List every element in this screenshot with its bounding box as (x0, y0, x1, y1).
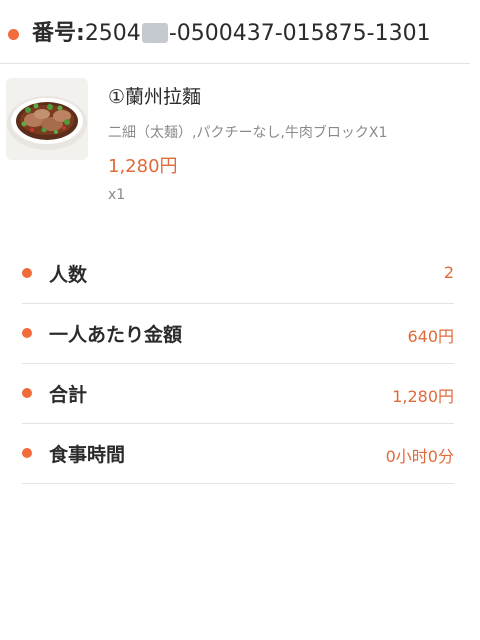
order-number-label: 番号: (32, 21, 85, 46)
order-number: 番号:2504 -0500437-015875-1301 (32, 20, 431, 48)
order-number-suffix: -0500437-015875-1301 (168, 21, 431, 46)
bullet-icon (22, 268, 32, 278)
summary-row-party-size: 人数 2 (22, 244, 454, 304)
order-number-redaction (141, 23, 168, 43)
ramen-bowl-photo (6, 78, 88, 160)
order-bullet-icon (8, 29, 19, 40)
summary-label: 食事時間 (49, 444, 126, 466)
summary-value: 1,280円 (392, 387, 454, 406)
order-item[interactable]: ①蘭州拉麵 二細（太麺）,パクチーなし,牛肉ブロックX1 1,280円 x1 (0, 64, 480, 224)
order-summary: 人数 2 一人あたり金額 640円 合計 1,280円 食事時間 0小时0分 (22, 244, 454, 484)
summary-label: 人数 (49, 264, 88, 286)
order-number-prefix: 2504 (84, 21, 141, 46)
summary-value: 2 (443, 263, 454, 282)
item-quantity: x1 (108, 187, 126, 203)
summary-row-per-person: 一人あたり金額 640円 (22, 304, 454, 364)
summary-value: 640円 (407, 327, 454, 346)
summary-label: 一人あたり金額 (49, 324, 183, 346)
summary-label: 合計 (49, 384, 88, 406)
summary-value: 0小时0分 (385, 447, 454, 466)
summary-row-total: 合計 1,280円 (22, 364, 454, 424)
bullet-icon (22, 448, 32, 458)
item-options: 二細（太麺）,パクチーなし,牛肉ブロックX1 (108, 125, 388, 141)
bullet-icon (22, 388, 32, 398)
summary-row-meal-time: 食事時間 0小时0分 (22, 424, 454, 484)
item-name: ①蘭州拉麵 (108, 86, 202, 108)
item-price: 1,280円 (108, 156, 178, 177)
order-header: 番号:2504 -0500437-015875-1301 (0, 0, 480, 64)
bullet-icon (22, 328, 32, 338)
